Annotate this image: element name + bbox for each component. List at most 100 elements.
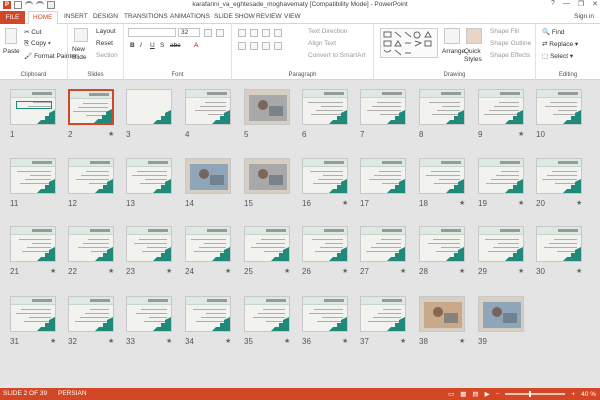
transition-star-icon[interactable]: ★: [459, 199, 465, 207]
slide-thumbnail[interactable]: [10, 89, 56, 125]
reset-button[interactable]: Reset: [96, 40, 113, 47]
tab-animations[interactable]: ANIMATIONS: [170, 13, 210, 20]
decrease-font-icon[interactable]: [216, 29, 224, 37]
transition-star-icon[interactable]: ★: [50, 337, 56, 345]
slide-thumbnail[interactable]: [360, 89, 406, 125]
transition-star-icon[interactable]: ★: [108, 130, 114, 138]
maximize-button[interactable]: ❐: [578, 0, 584, 8]
slide-thumbnail[interactable]: [536, 158, 582, 194]
sign-in-link[interactable]: Sign in: [574, 13, 594, 20]
align-center-icon[interactable]: [250, 42, 258, 50]
slide-thumbnail[interactable]: [536, 226, 582, 262]
tab-view[interactable]: VIEW: [284, 13, 301, 20]
transition-star-icon[interactable]: ★: [400, 337, 406, 345]
decrease-indent-icon[interactable]: [262, 29, 270, 37]
find-button[interactable]: 🔍 Find: [542, 28, 565, 36]
slide-thumbnail[interactable]: [244, 158, 290, 194]
shape-outline-button[interactable]: Shape Outline: [490, 40, 531, 47]
minimize-button[interactable]: —: [563, 0, 570, 8]
shape-fill-button[interactable]: Shape Fill: [490, 28, 519, 35]
select-button[interactable]: ⬚ Select ▾: [542, 52, 573, 60]
shapes-gallery[interactable]: [380, 28, 438, 58]
underline-button[interactable]: U: [150, 42, 155, 49]
help-button[interactable]: ?: [551, 0, 555, 8]
tab-review[interactable]: REVIEW: [256, 13, 282, 20]
slide-thumbnail[interactable]: [68, 158, 114, 194]
slide-thumbnail[interactable]: [244, 226, 290, 262]
slide-thumbnail[interactable]: [419, 296, 465, 332]
slide-thumbnail[interactable]: [68, 296, 114, 332]
new-slide-button[interactable]: New Slide: [72, 46, 94, 62]
transition-star-icon[interactable]: ★: [108, 337, 114, 345]
slide-thumbnail[interactable]: [185, 89, 231, 125]
new-slide-icon[interactable]: [74, 28, 88, 42]
slide-thumbnail[interactable]: [419, 226, 465, 262]
justify-icon[interactable]: [274, 42, 282, 50]
transition-star-icon[interactable]: ★: [166, 267, 172, 275]
language-indicator[interactable]: PERSIAN: [58, 390, 87, 397]
transition-star-icon[interactable]: ★: [225, 337, 231, 345]
bold-button[interactable]: B: [130, 42, 135, 49]
slide-thumbnail[interactable]: [185, 296, 231, 332]
increase-indent-icon[interactable]: [274, 29, 282, 37]
transition-star-icon[interactable]: ★: [108, 267, 114, 275]
slide-thumbnail[interactable]: [419, 158, 465, 194]
font-color-button[interactable]: A: [194, 42, 198, 49]
close-button[interactable]: ✕: [592, 0, 598, 8]
transition-star-icon[interactable]: ★: [342, 337, 348, 345]
align-left-icon[interactable]: [238, 42, 246, 50]
font-size-combo[interactable]: 32: [178, 28, 200, 37]
transition-star-icon[interactable]: ★: [342, 199, 348, 207]
slide-thumbnail[interactable]: [360, 296, 406, 332]
slide-thumbnail[interactable]: [244, 89, 290, 125]
arrange-icon[interactable]: [444, 28, 460, 44]
slide-thumbnail[interactable]: [360, 158, 406, 194]
transition-star-icon[interactable]: ★: [342, 267, 348, 275]
replace-button[interactable]: ⇄ Replace ▾: [542, 40, 578, 48]
shadow-button[interactable]: S: [160, 42, 164, 49]
paste-button[interactable]: Paste: [3, 48, 20, 55]
zoom-out-button[interactable]: −: [496, 391, 500, 398]
tab-home[interactable]: HOME: [28, 11, 58, 25]
paste-icon[interactable]: [5, 28, 17, 44]
slide-thumbnail[interactable]: [68, 89, 114, 125]
increase-font-icon[interactable]: [204, 29, 212, 37]
transition-star-icon[interactable]: ★: [50, 267, 56, 275]
tab-insert[interactable]: INSERT: [64, 13, 88, 20]
slide-thumbnail[interactable]: [185, 226, 231, 262]
transition-star-icon[interactable]: ★: [284, 267, 290, 275]
transition-star-icon[interactable]: ★: [576, 267, 582, 275]
tab-file[interactable]: FILE: [0, 11, 25, 24]
tab-transitions[interactable]: TRANSITIONS: [124, 13, 168, 20]
bullets-icon[interactable]: [238, 29, 246, 37]
slide-thumbnail[interactable]: [126, 226, 172, 262]
quick-styles-button[interactable]: Quick Styles: [464, 48, 484, 64]
zoom-slider-thumb[interactable]: [529, 391, 532, 397]
slide-thumbnail[interactable]: [536, 89, 582, 125]
numbering-icon[interactable]: [250, 29, 258, 37]
arrange-button[interactable]: Arrange: [442, 48, 465, 55]
slide-thumbnail[interactable]: [478, 158, 524, 194]
transition-star-icon[interactable]: ★: [459, 337, 465, 345]
layout-button[interactable]: Layout: [96, 28, 116, 35]
transition-star-icon[interactable]: ★: [459, 267, 465, 275]
section-button[interactable]: Section: [96, 52, 118, 59]
shape-effects-button[interactable]: Shape Effects: [490, 52, 530, 59]
slide-thumbnail[interactable]: [302, 296, 348, 332]
slide-thumbnail[interactable]: [126, 89, 172, 125]
normal-view-icon[interactable]: ▭: [448, 390, 454, 398]
align-right-icon[interactable]: [262, 42, 270, 50]
slide-thumbnail[interactable]: [185, 158, 231, 194]
transition-star-icon[interactable]: ★: [518, 267, 524, 275]
slide-thumbnail[interactable]: [360, 226, 406, 262]
zoom-level[interactable]: 40 %: [581, 391, 596, 398]
convert-to-smartart-button[interactable]: Convert to SmartArt: [308, 52, 365, 59]
transition-star-icon[interactable]: ★: [576, 199, 582, 207]
slide-thumbnail[interactable]: [126, 296, 172, 332]
text-direction-button[interactable]: Text Direction: [308, 28, 347, 35]
strikethrough-button[interactable]: abc: [170, 42, 180, 49]
quick-styles-icon[interactable]: [466, 28, 482, 44]
slide-thumbnail[interactable]: [126, 158, 172, 194]
slide-thumbnail[interactable]: [419, 89, 465, 125]
align-text-button[interactable]: Align Text: [308, 40, 336, 47]
